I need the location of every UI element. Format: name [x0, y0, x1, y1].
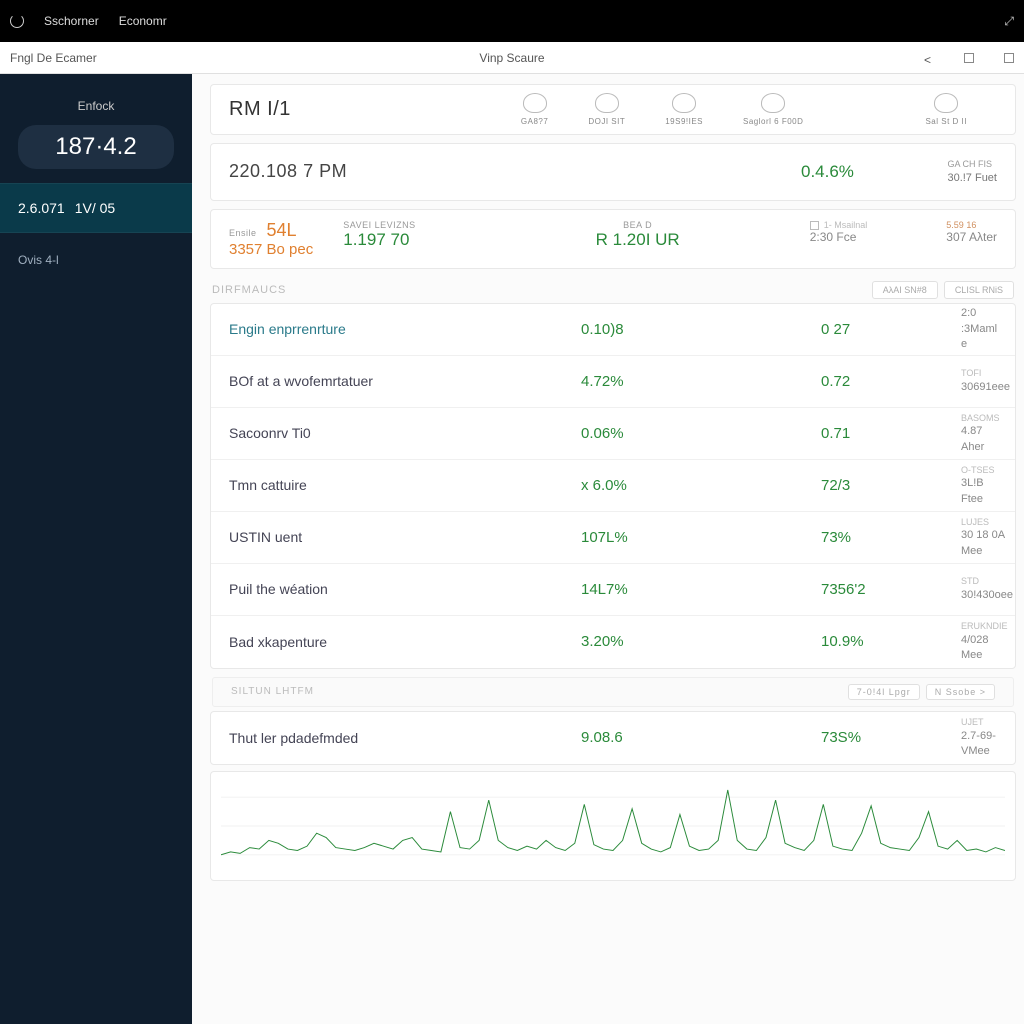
row-value-1: 107L% [581, 529, 628, 546]
stat1-label: Ensile [229, 228, 257, 238]
row-value-2: 0.72 [821, 373, 850, 390]
metrics-list-b: Thut ler pdadefmded 9.08.6 73S% UJET2.7-… [210, 711, 1016, 765]
maximize-icon[interactable] [964, 53, 974, 63]
eye-icon[interactable]: Sal St D II [925, 93, 967, 126]
header-card: RM I/1 GA8?7 DOJI SIT 19S9!IES Saglorl 6… [210, 84, 1016, 135]
table-row[interactable]: Bad xkapenture 3.20% 10.9% ERUKNDIE4/028 Me… [211, 616, 1015, 668]
stat5-label: 5.59 16 [946, 220, 997, 230]
row-name: BOf at a wvofemrtatuer [229, 373, 373, 389]
sidebar-label: Enfock [0, 99, 192, 121]
row-value-2: 7356'2 [821, 581, 866, 598]
sidebar: Enfock 187·4.2 2.6.071 1V/ 05 Ovis 4-l [0, 74, 192, 1024]
section-b-title: SILTUN LHTFM [231, 686, 314, 697]
bulb-icon[interactable]: 19S9!IES [665, 93, 703, 126]
section-header-a: DIRFMAUCS AλAI SN#8 CLISL RNiS [212, 281, 1014, 299]
sidebar-band[interactable]: 2.6.071 1V/ 05 [0, 183, 192, 233]
row-meta: UJET2.7-69-VMee [961, 716, 1005, 759]
stat4-label: 1- Msailnal [810, 220, 868, 230]
window-toolbar: Fngl De Ecamer Vinp Scaure < [0, 42, 1024, 74]
row-value-1: 0.10)8 [581, 321, 624, 338]
row-value-2: 73S% [821, 729, 861, 746]
chip-b1[interactable]: 7-0!4l Lpgr [848, 684, 920, 700]
row-value-2: 72/3 [821, 477, 850, 494]
table-row[interactable]: Sacoonrv Ti0 0.06% 0.71 BASOMS4.87 Aher [211, 408, 1015, 460]
engine-icon[interactable]: Saglorl 6 F00D [743, 93, 803, 126]
row-value-2: 0.71 [821, 425, 850, 442]
stat3-label: BEA D [596, 220, 680, 230]
stat4-value: 2:30 Fce [810, 230, 868, 244]
row-name: Tmn cattuire [229, 477, 307, 493]
row-meta: TOFI30691eee [961, 367, 1005, 395]
stats-card: Ensile 54L 3357 Bo pec SAVEI LEVIZNS 1.1… [210, 209, 1016, 269]
sidebar-item[interactable]: Ovis 4-l [0, 233, 192, 287]
row-value-2: 73% [821, 529, 851, 546]
metrics-list: Engin enprrenrture 0.10)8 0 27 2:0 :3Maml e… [210, 303, 1016, 669]
timestamp-value: 220.108 7 PM [229, 161, 347, 182]
row-value-2: 10.9% [821, 633, 864, 650]
row-value-2: 0 27 [821, 321, 850, 338]
table-row[interactable]: Puil the wéation 14L7% 7356'2 STD30!430oee [211, 564, 1015, 616]
row-name: Engin enprrenrture [229, 321, 346, 337]
row-value-1: x 6.0% [581, 477, 627, 494]
chip-a2[interactable]: CLISL RNiS [944, 281, 1014, 299]
stat5-value: 307 Aλter [946, 230, 997, 244]
row-meta: STD30!430oee [961, 575, 1005, 603]
page-title: RM I/1 [229, 98, 291, 121]
row-name: Puil the wéation [229, 581, 328, 597]
checkbox-icon[interactable] [810, 221, 819, 230]
row-meta: 2:0 :3Maml e [961, 306, 1005, 352]
time-meta: GA CH FIS 30.!7 Fuet [947, 158, 997, 186]
row-value-1: 4.72% [581, 373, 624, 390]
percent-value: 0.4.6% [801, 162, 854, 182]
table-row[interactable]: USTIN uent 107L% 73% LUJES30 18 0A Mee [211, 512, 1015, 564]
menu-item-2[interactable]: Economr [119, 14, 167, 28]
table-row[interactable]: BOf at a wvofemrtatuer 4.72% 0.72 TOFI30691… [211, 356, 1015, 408]
table-row[interactable]: Tmn cattuire x 6.0% 72/3 O-TSES3L!B Ftee [211, 460, 1015, 512]
row-value-1: 14L7% [581, 581, 628, 598]
row-name: Bad xkapenture [229, 634, 327, 650]
window-title: Vinp Scaure [479, 51, 544, 65]
section-a-title: DIRFMAUCS [212, 284, 286, 296]
stat1-sub: 3357 Bo pec [229, 241, 313, 258]
stat1-value: 54L [267, 220, 297, 241]
chip-a1[interactable]: AλAI SN#8 [872, 281, 938, 299]
sidebar-primary-value[interactable]: 187·4.2 [18, 125, 174, 169]
row-name: Sacoonrv Ti0 [229, 425, 311, 441]
time-card: 220.108 7 PM 0.4.6% 0./2 GA CH FIS 30.!7… [210, 143, 1016, 201]
sidebar-band-a: 2.6.071 [18, 200, 65, 216]
row-value-1: 3.20% [581, 633, 624, 650]
row-meta: BASOMS4.87 Aher [961, 412, 1005, 455]
table-row[interactable]: Thut ler pdadefmded 9.08.6 73S% UJET2.7-… [211, 712, 1015, 764]
back-icon[interactable]: < [924, 53, 934, 63]
stat3-value: R 1.20I UR [596, 230, 680, 250]
stat2-value: 1.197 70 [343, 230, 415, 250]
stat2-label: SAVEI LEVIZNS [343, 220, 415, 230]
expand-icon[interactable]: ⤢ [1004, 14, 1014, 29]
menu-item-1[interactable]: Sschorner [44, 14, 99, 28]
sparkline-chart [210, 771, 1016, 881]
dome-icon[interactable]: DOJI SIT [588, 93, 625, 126]
row-meta: O-TSES3L!B Ftee [961, 464, 1005, 507]
row-name: Thut ler pdadefmded [229, 730, 358, 746]
sidebar-band-b: 1V/ 05 [75, 200, 115, 216]
gauge-icon[interactable]: GA8?7 [521, 93, 548, 126]
top-menubar: Sschorner Economr ⤢ [0, 0, 1024, 42]
chip-b2[interactable]: N Ssobe > [926, 684, 995, 700]
content-area: RM I/1 GA8?7 DOJI SIT 19S9!IES Saglorl 6… [192, 74, 1024, 1024]
row-meta: LUJES30 18 0A Mee [961, 516, 1005, 559]
close-icon[interactable] [1004, 53, 1014, 63]
breadcrumb: Fngl De Ecamer [10, 51, 97, 65]
row-value-1: 9.08.6 [581, 729, 623, 746]
table-row[interactable]: Engin enprrenrture 0.10)8 0 27 2:0 :3Maml e [211, 304, 1015, 356]
row-name: USTIN uent [229, 529, 302, 545]
row-value-1: 0.06% [581, 425, 624, 442]
row-meta: ERUKNDIE4/028 Mee [961, 620, 1005, 663]
section-header-b: SILTUN LHTFM 7-0!4l Lpgr N Ssobe > [212, 677, 1014, 707]
refresh-icon[interactable] [10, 14, 24, 28]
